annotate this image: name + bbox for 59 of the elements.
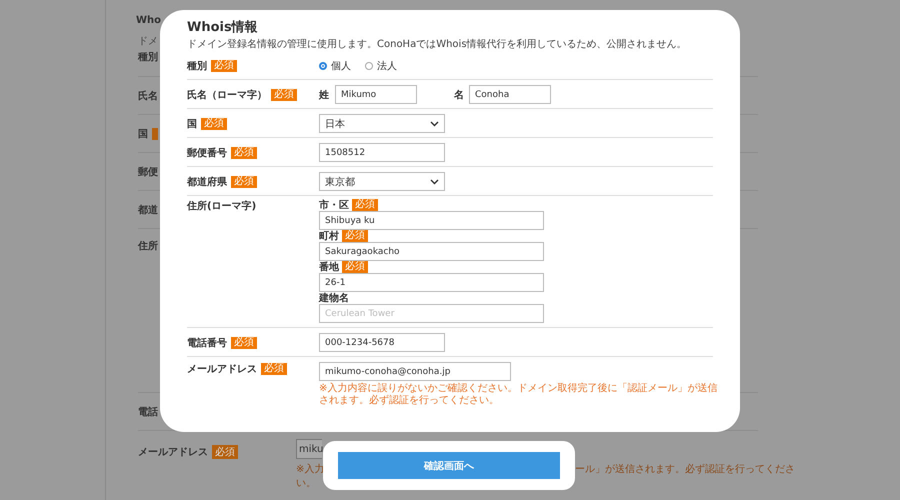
field-label: 電話番号 bbox=[187, 336, 227, 350]
field-label: 種別 bbox=[187, 60, 207, 72]
field-label: 国 bbox=[138, 128, 148, 140]
input-field[interactable]: 26-1 bbox=[319, 273, 544, 292]
field-label: 国 bbox=[187, 118, 197, 130]
required-badge: 必須 bbox=[231, 176, 257, 188]
required-badge: 必須 bbox=[342, 261, 368, 273]
page-title: Who bbox=[136, 14, 162, 28]
field-label: 姓 bbox=[319, 88, 330, 102]
field-label: 名 bbox=[454, 88, 465, 102]
note-text: ※入力内容に誤りがないかご確認ください。ドメイン取得完了後に「認証メール」が送信されます。必ず認証を行ってください。 bbox=[319, 383, 718, 407]
input-field[interactable]: mikumo-conoha@conoha.jp bbox=[319, 362, 511, 381]
note-text: ール」が送信されます。必ず認証を行ってくださ bbox=[575, 462, 795, 476]
required-badge: 必須 bbox=[261, 363, 287, 375]
field-label: 電話 bbox=[138, 406, 158, 418]
required-badge: 必須 bbox=[352, 199, 378, 211]
input-field[interactable]: 000-1234-5678 bbox=[319, 333, 445, 352]
input-field[interactable]: Shibuya ku bbox=[319, 211, 544, 230]
field-label: 都道府県 bbox=[187, 175, 227, 188]
field-label: 都道 bbox=[138, 204, 158, 216]
field-label: 郵便番号 bbox=[187, 146, 227, 160]
field-label: 郵便 bbox=[138, 166, 158, 178]
field-label: 住所 bbox=[138, 240, 158, 253]
input-field[interactable]: Conoha bbox=[469, 85, 551, 104]
required-badge: 必須 bbox=[211, 60, 237, 72]
field-label: 市・区 bbox=[319, 198, 349, 212]
input-field[interactable]: Mikumo bbox=[335, 85, 417, 104]
field-label: 種別 bbox=[138, 50, 158, 64]
page-description: ドメ bbox=[138, 35, 158, 49]
card-title: Whois情報 bbox=[187, 19, 259, 36]
required-badge: 必須 bbox=[212, 445, 238, 459]
required-badge: 必須 bbox=[231, 146, 257, 158]
dropdown[interactable]: 日本 bbox=[319, 114, 445, 133]
input-field[interactable]: miku bbox=[296, 439, 322, 459]
field-label: 氏名（ローマ字） bbox=[187, 88, 267, 102]
radio-button[interactable] bbox=[319, 62, 327, 70]
radio-label: 法人 bbox=[377, 60, 397, 72]
required-badge: 必須 bbox=[271, 88, 297, 100]
field-label: 町村 bbox=[319, 230, 339, 243]
chevron-down-icon bbox=[430, 120, 439, 126]
input-field[interactable]: Cerulean Tower bbox=[319, 304, 544, 323]
required-badge: 必須 bbox=[342, 230, 368, 242]
input-field[interactable]: Sakuragaokacho bbox=[319, 242, 544, 261]
radio-label: 個人 bbox=[331, 60, 351, 72]
dropdown[interactable]: 東京都 bbox=[319, 172, 445, 191]
field-label: 番地 bbox=[319, 260, 339, 274]
field-label: 氏名 bbox=[138, 90, 158, 102]
note-text: ※入力 bbox=[296, 462, 324, 476]
card-description: ドメイン登録名情報の管理に使用します。ConoHaではWhois情報代行を利用しているため、公開されません。 bbox=[187, 38, 688, 51]
note-text: い。 bbox=[296, 477, 317, 490]
chevron-down-icon bbox=[430, 178, 439, 184]
field-label: メールアドレス bbox=[187, 363, 257, 376]
radio-button[interactable] bbox=[365, 62, 373, 70]
required-badge: 必須 bbox=[201, 118, 227, 130]
input-field[interactable]: 1508512 bbox=[319, 143, 445, 162]
required-badge: 必須 bbox=[231, 336, 257, 348]
field-label: 建物名 bbox=[319, 292, 349, 305]
field-label: メールアドレス bbox=[138, 446, 208, 459]
field-label: 住所(ローマ字) bbox=[187, 199, 256, 213]
